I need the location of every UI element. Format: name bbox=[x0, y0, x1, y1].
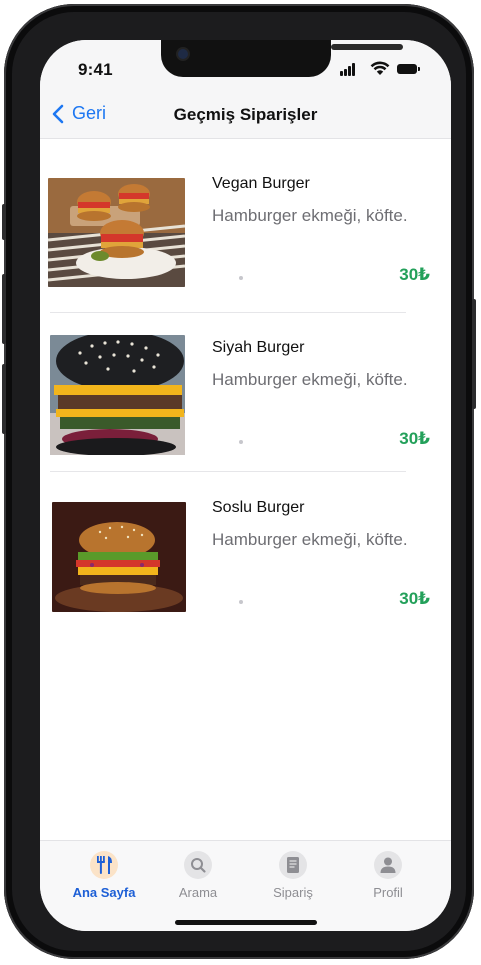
list-item[interactable]: Soslu Burger Hamburger ekmeği, köfte. 30… bbox=[40, 472, 451, 632]
volume-up-button bbox=[2, 274, 6, 344]
item-description: Hamburger ekmeği, köfte. bbox=[212, 530, 408, 549]
item-price: 30₺ bbox=[399, 589, 430, 608]
item-price: 30₺ bbox=[399, 429, 430, 448]
item-name: Siyah Burger bbox=[212, 339, 305, 356]
battery-icon bbox=[397, 64, 420, 74]
item-name: Vegan Burger bbox=[212, 175, 310, 192]
speaker bbox=[331, 44, 403, 50]
screen: 9:41 Geri Geçmiş Siparişler Vegan Burger… bbox=[40, 40, 451, 931]
tab-label: Ana Sayfa bbox=[72, 885, 136, 900]
fork-knife-icon bbox=[90, 851, 118, 879]
item-description: Hamburger ekmeği, köfte. bbox=[212, 206, 408, 225]
wifi-icon bbox=[370, 61, 390, 75]
search-icon bbox=[184, 851, 212, 879]
volume-down-button bbox=[2, 364, 6, 434]
power-button bbox=[472, 299, 476, 409]
siyah-burger-image bbox=[50, 335, 185, 455]
status-icons bbox=[340, 61, 430, 76]
person-icon bbox=[374, 851, 402, 879]
item-description: Hamburger ekmeği, köfte. bbox=[212, 370, 408, 389]
tab-label: Sipariş bbox=[273, 885, 313, 900]
status-time: 9:41 bbox=[78, 60, 113, 79]
soslu-burger-image bbox=[52, 502, 186, 612]
vegan-burger-image bbox=[48, 178, 185, 287]
page-title: Geçmiş Siparişler bbox=[173, 105, 318, 124]
item-name: Soslu Burger bbox=[212, 499, 305, 516]
tab-siparis[interactable]: Sipariş bbox=[248, 851, 338, 900]
separator-dot bbox=[239, 600, 243, 604]
notch bbox=[161, 40, 403, 77]
phone-frame: 9:41 Geri Geçmiş Siparişler Vegan Burger… bbox=[2, 4, 476, 959]
separator-dot bbox=[239, 440, 243, 444]
receipt-icon bbox=[279, 851, 307, 879]
list-item[interactable]: Vegan Burger Hamburger ekmeği, köfte. 30… bbox=[40, 139, 451, 313]
home-indicator bbox=[175, 920, 317, 925]
list-item[interactable]: Siyah Burger Hamburger ekmeği, köfte. 30… bbox=[40, 313, 451, 473]
mute-switch bbox=[2, 204, 6, 240]
tab-arama[interactable]: Arama bbox=[153, 851, 243, 900]
item-price: 30₺ bbox=[399, 265, 430, 284]
tab-label: Arama bbox=[178, 885, 218, 900]
tab-profil[interactable]: Profil bbox=[343, 851, 433, 900]
tab-bar: Ana Sayfa Arama Sipariş Profil bbox=[40, 840, 451, 931]
tab-ana-sayfa[interactable]: Ana Sayfa bbox=[59, 851, 149, 900]
camera bbox=[178, 49, 188, 59]
top-bar: 9:41 Geri Geçmiş Siparişler bbox=[40, 40, 451, 139]
separator-dot bbox=[239, 276, 243, 280]
tab-label: Profil bbox=[373, 885, 403, 900]
